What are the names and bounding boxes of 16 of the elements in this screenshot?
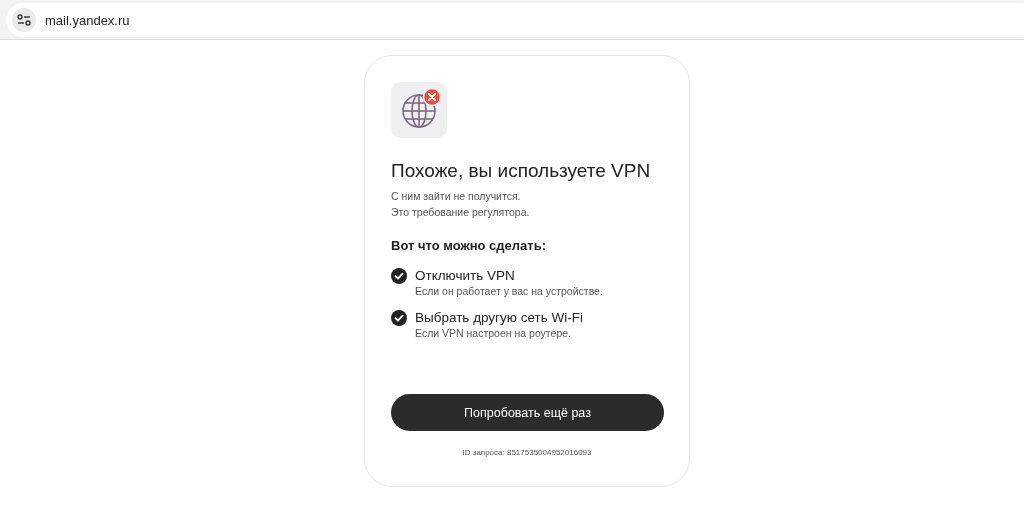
option-hint: Если VPN настроен на роутере. bbox=[415, 326, 572, 341]
options-heading: Вот что можно сделать: bbox=[391, 238, 547, 253]
description-text: Это требование регулятора. bbox=[391, 205, 531, 220]
url-text: mail.yandex.ru bbox=[45, 12, 130, 28]
request-id-text: ID запроса: 8517535004952016093 bbox=[461, 448, 593, 457]
option-hint: Если он работает у вас на устройстве. bbox=[415, 284, 603, 299]
retry-button[interactable]: Попробовать ещё раз bbox=[391, 394, 664, 431]
option-title: Отключить VPN bbox=[415, 267, 516, 284]
globe-error-icon bbox=[391, 82, 447, 138]
description-text: С ним зайти не получится. bbox=[391, 189, 522, 204]
site-settings-icon[interactable] bbox=[12, 8, 36, 32]
check-icon bbox=[391, 310, 407, 326]
page-title: Похоже, вы используете VPN bbox=[391, 160, 652, 182]
check-icon bbox=[391, 268, 407, 284]
option-title: Выбрать другую сеть Wi-Fi bbox=[415, 309, 583, 326]
address-bar[interactable]: mail.yandex.ru bbox=[6, 3, 1024, 37]
